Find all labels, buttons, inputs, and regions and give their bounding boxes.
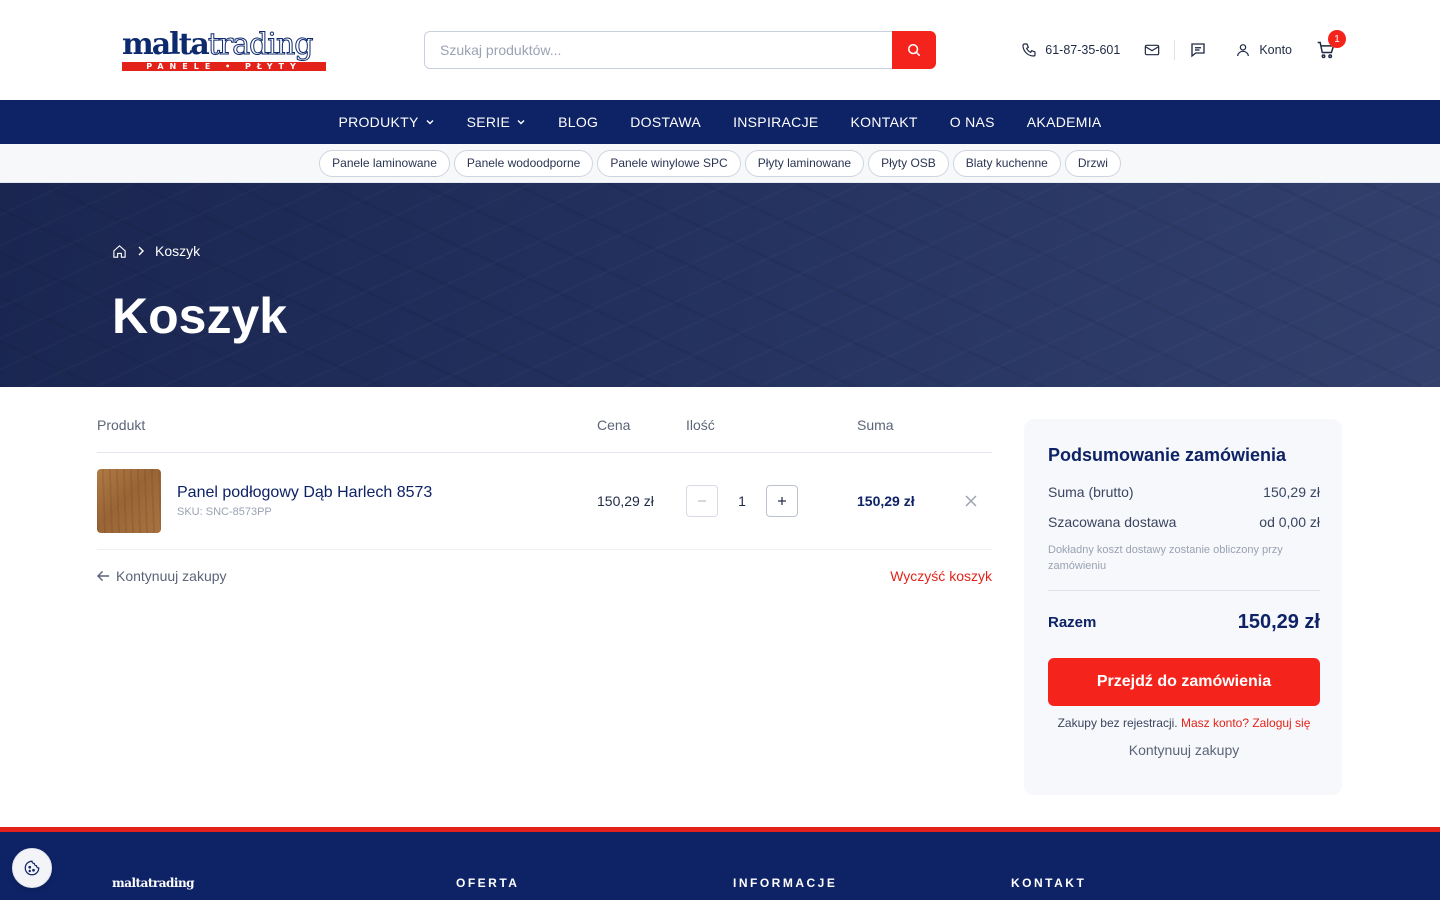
search-icon	[907, 43, 921, 57]
cart-content: Produkt Cena Ilość Suma Panel podłogowy …	[0, 387, 1440, 827]
cart-table: Produkt Cena Ilość Suma Panel podłogowy …	[97, 417, 992, 584]
chevron-down-icon	[426, 120, 434, 125]
product-price: 150,29 zł	[597, 493, 654, 509]
category-chip[interactable]: Płyty laminowane	[744, 149, 865, 177]
column-total: Suma	[857, 417, 894, 433]
summary-total-row: Razem 150,29 zł	[1048, 611, 1320, 633]
site-logo[interactable]: malta trading PANELE • PŁYTY	[122, 28, 350, 72]
logo-tagline: PANELE • PŁYTY	[122, 61, 326, 71]
category-chip[interactable]: Panele laminowane	[319, 149, 450, 177]
header-actions: 61-87-35-601 Konto 1	[1021, 30, 1346, 70]
email-link[interactable]	[1144, 43, 1160, 57]
search-bar	[424, 31, 936, 69]
nav-item-o-nas[interactable]: O NAS	[934, 114, 1011, 130]
shipping-note: Dokładny koszt dostawy zostanie obliczon…	[1048, 544, 1283, 572]
login-link[interactable]: Masz konto? Zaloguj się	[1181, 716, 1310, 730]
mail-icon	[1145, 44, 1160, 56]
plus-icon	[778, 497, 786, 505]
cookie-icon	[24, 860, 40, 876]
decrease-qty-button[interactable]	[686, 485, 718, 517]
main-navigation: PRODUKTY SERIE BLOG DOSTAWA INSPIRACJE K…	[0, 100, 1440, 144]
checkout-button[interactable]: Przejdź do zamówienia	[1048, 658, 1320, 706]
summary-continue-link[interactable]: Kontynuuj zakupy	[1048, 742, 1320, 758]
column-product: Produkt	[97, 417, 146, 433]
guest-checkout-note: Zakupy bez rejestracji. Masz konto? Zalo…	[1057, 716, 1311, 730]
cart-table-header: Produkt Cena Ilość Suma	[97, 417, 992, 453]
column-price: Cena	[597, 417, 631, 433]
product-sku: SKU: SNC-8573PP	[177, 506, 272, 518]
product-thumbnail[interactable]	[97, 469, 161, 533]
phone-link[interactable]: 61-87-35-601	[1021, 42, 1120, 58]
chat-link[interactable]	[1189, 41, 1207, 59]
minus-icon	[698, 500, 706, 502]
chevron-right-icon	[138, 246, 144, 256]
column-qty: Ilość	[686, 417, 715, 433]
summary-shipping-value: od 0,00 zł	[1259, 514, 1320, 530]
summary-divider	[1048, 590, 1320, 591]
category-chip[interactable]: Panele wodoodporne	[453, 149, 594, 177]
chevron-down-icon	[517, 120, 525, 125]
clear-cart-link[interactable]: Wyczyść koszyk	[890, 568, 992, 584]
summary-subtotal-row: Suma (brutto) 150,29 zł	[1048, 484, 1320, 500]
phone-icon	[1022, 43, 1036, 57]
logo-brand-accent: trading	[207, 26, 314, 62]
line-total: 150,29 zł	[857, 493, 915, 509]
category-chip[interactable]: Panele winylowe SPC	[597, 149, 741, 177]
nav-item-produkty[interactable]: PRODUKTY	[322, 114, 450, 130]
cookie-settings-button[interactable]	[12, 848, 52, 888]
nav-item-kontakt[interactable]: KONTAKT	[835, 114, 934, 130]
site-header: maltatrading PANELE • PŁYTY 61-87-35-601…	[0, 0, 1440, 100]
summary-title: Podsumowanie zamówienia	[1048, 445, 1287, 465]
page-title: Koszyk	[112, 288, 288, 344]
footer-logo[interactable]: maltatrading	[112, 876, 195, 890]
account-label: Konto	[1259, 43, 1292, 57]
footer-heading-informacje: INFORMACJE	[733, 876, 838, 890]
page-hero: Koszyk Koszyk	[0, 183, 1440, 387]
product-name[interactable]: Panel podłogowy Dąb Harlech 8573	[177, 484, 597, 502]
summary-subtotal-value: 150,29 zł	[1263, 484, 1320, 500]
chat-icon	[1191, 43, 1206, 58]
quantity-stepper: 1	[686, 485, 857, 517]
nav-item-inspiracje[interactable]: INSPIRACJE	[717, 114, 834, 130]
category-chip[interactable]: Blaty kuchenne	[952, 149, 1061, 177]
search-input[interactable]	[424, 31, 892, 69]
quantity-value[interactable]: 1	[718, 493, 766, 509]
summary-total-value: 150,29 zł	[1237, 611, 1320, 633]
order-summary: Podsumowanie zamówienia Suma (brutto) 15…	[1024, 419, 1342, 795]
search-button[interactable]	[892, 31, 936, 69]
nav-item-serie[interactable]: SERIE	[451, 114, 543, 130]
nav-item-dostawa[interactable]: DOSTAWA	[614, 114, 717, 130]
category-chip[interactable]: Drzwi	[1064, 149, 1121, 177]
category-chips: Panele laminowane Panele wodoodporne Pan…	[0, 144, 1440, 183]
header-divider	[1174, 40, 1176, 60]
user-icon	[1237, 44, 1250, 57]
logo-brand-main: malta	[122, 26, 210, 62]
breadcrumb: Koszyk	[112, 243, 200, 259]
close-icon	[965, 495, 977, 507]
cart-count-badge: 1	[1328, 30, 1346, 48]
category-chip[interactable]: Płyty OSB	[868, 149, 949, 177]
summary-shipping-row: Szacowana dostawa od 0,00 zł	[1048, 514, 1320, 530]
nav-item-blog[interactable]: BLOG	[542, 114, 614, 130]
footer-heading-oferta: OFERTA	[456, 876, 520, 890]
cart-row: Panel podłogowy Dąb Harlech 8573 SKU: SN…	[97, 453, 992, 550]
arrow-left-icon	[97, 570, 110, 582]
continue-shopping-link[interactable]: Kontynuuj zakupy	[97, 568, 227, 584]
footer-heading-kontakt: KONTAKT	[1011, 876, 1087, 890]
home-icon[interactable]	[112, 244, 127, 259]
nav-item-akademia[interactable]: AKADEMIA	[1011, 114, 1118, 130]
cart-actions: Kontynuuj zakupy Wyczyść koszyk	[97, 568, 992, 584]
increase-qty-button[interactable]	[766, 485, 798, 517]
breadcrumb-current: Koszyk	[155, 243, 201, 259]
phone-number: 61-87-35-601	[1045, 43, 1121, 57]
remove-item-button[interactable]	[963, 493, 979, 509]
account-link[interactable]: Konto	[1235, 42, 1292, 58]
site-footer: maltatrading OFERTA INFORMACJE KONTAKT	[0, 827, 1440, 900]
cart-button[interactable]: 1	[1316, 30, 1346, 60]
